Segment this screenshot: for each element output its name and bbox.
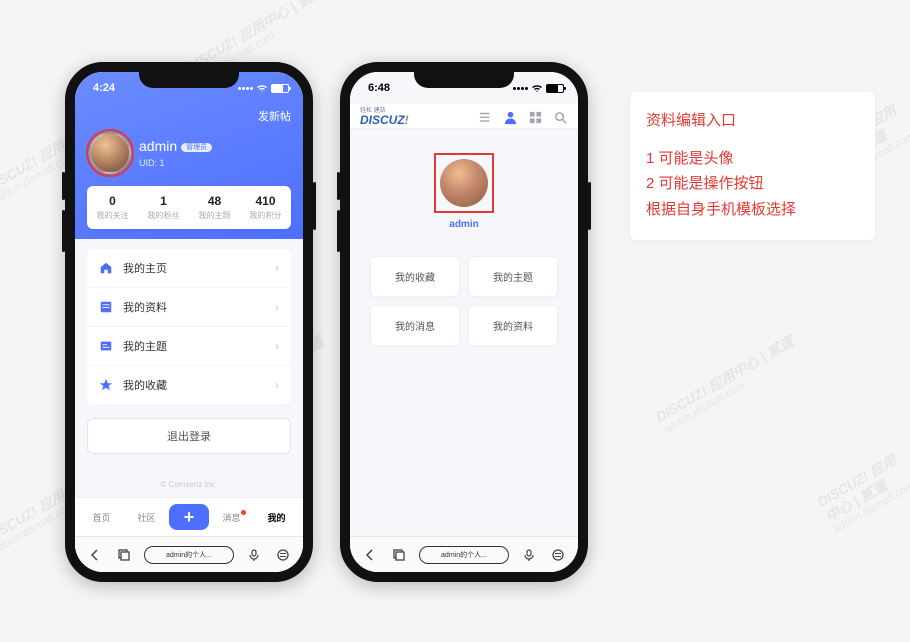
back-icon[interactable]: [361, 546, 379, 564]
nav-home[interactable]: 首页: [79, 511, 124, 524]
avatar-edit-entry[interactable]: [434, 153, 494, 213]
chevron-right-icon: ›: [275, 261, 279, 275]
phone-mockup-right: 6:48 轻松 建站 DISCUZ! admin: [340, 62, 588, 582]
notification-dot: [241, 510, 246, 515]
stats-card: 0我的关注 1我的粉丝 48我的主题 410我的积分: [87, 186, 291, 229]
note-line3: 根据自身手机模板选择: [646, 197, 859, 223]
grid-icon[interactable]: [528, 110, 543, 125]
stat-points[interactable]: 410我的积分: [240, 186, 291, 229]
status-bar: 6:48: [350, 72, 578, 104]
stat-topics[interactable]: 48我的主题: [189, 186, 240, 229]
tabs-icon[interactable]: [390, 546, 408, 564]
tile-favorites[interactable]: 我的收藏: [370, 256, 460, 297]
menu-icon[interactable]: [274, 546, 292, 564]
back-icon[interactable]: [86, 546, 104, 564]
profile-icon: [99, 300, 113, 314]
new-post-link[interactable]: 发新帖: [258, 108, 291, 124]
avatar: [440, 159, 488, 207]
phone-mockup-left: 4:24 发新帖 admin 管理员 UID: 1 0我的关注 1我的粉丝 48我…: [65, 62, 313, 582]
status-bar: 4:24: [75, 72, 303, 104]
wifi-icon: [256, 84, 268, 93]
stat-following[interactable]: 0我的关注: [87, 186, 138, 229]
logout-button[interactable]: 退出登录: [87, 418, 291, 454]
star-icon: [99, 378, 113, 392]
logo[interactable]: 轻松 建站 DISCUZ!: [360, 108, 409, 126]
address-bar[interactable]: admin的个人...: [419, 546, 509, 564]
menu-icon[interactable]: [549, 546, 567, 564]
tabs-icon[interactable]: [115, 546, 133, 564]
chevron-right-icon: ›: [275, 339, 279, 353]
user-icon[interactable]: [503, 110, 518, 125]
nav-community[interactable]: 社区: [124, 511, 169, 524]
nav-new-post-button[interactable]: +: [169, 504, 209, 530]
mic-icon[interactable]: [520, 546, 538, 564]
address-bar[interactable]: admin的个人...: [144, 546, 234, 564]
avatar[interactable]: [89, 132, 131, 174]
topics-icon: [99, 339, 113, 353]
home-icon: [99, 261, 113, 275]
browser-toolbar: admin的个人...: [350, 536, 578, 572]
username: admin: [449, 219, 478, 230]
uid-text: UID: 1: [139, 158, 212, 168]
tile-profile[interactable]: 我的资料: [468, 305, 558, 346]
search-icon[interactable]: [553, 110, 568, 125]
profile-center: admin: [350, 129, 578, 238]
menu-my-home[interactable]: 我的主页›: [87, 249, 291, 288]
wifi-icon: [531, 84, 543, 93]
menu-my-favorites[interactable]: 我的收藏›: [87, 366, 291, 404]
stat-followers[interactable]: 1我的粉丝: [138, 186, 189, 229]
bottom-nav: 首页 社区 + 消息 我的: [75, 497, 303, 536]
status-time: 6:48: [368, 82, 390, 94]
status-time: 4:24: [93, 82, 115, 94]
tile-messages[interactable]: 我的消息: [370, 305, 460, 346]
nav-mine[interactable]: 我的: [254, 511, 299, 524]
role-badge: 管理员: [181, 143, 212, 152]
tile-grid: 我的收藏 我的主题 我的消息 我的资料: [370, 256, 558, 346]
mic-icon[interactable]: [245, 546, 263, 564]
note-line2: 2 可能是操作按钮: [646, 171, 859, 197]
tile-topics[interactable]: 我的主题: [468, 256, 558, 297]
username: admin: [139, 138, 177, 154]
list-icon[interactable]: [478, 110, 493, 125]
note-title: 资料编辑入口: [646, 108, 859, 134]
note-line1: 1 可能是头像: [646, 146, 859, 172]
menu-list: 我的主页› 我的资料› 我的主题› 我的收藏›: [87, 249, 291, 404]
chevron-right-icon: ›: [275, 378, 279, 392]
chevron-right-icon: ›: [275, 300, 279, 314]
top-bar: 轻松 建站 DISCUZ!: [350, 104, 578, 129]
copyright-text: © Comsenz Inc.: [75, 480, 303, 489]
profile-header: 4:24 发新帖 admin 管理员 UID: 1 0我的关注 1我的粉丝 48我…: [75, 72, 303, 239]
menu-my-topics[interactable]: 我的主题›: [87, 327, 291, 366]
menu-my-profile[interactable]: 我的资料›: [87, 288, 291, 327]
nav-messages[interactable]: 消息: [209, 511, 254, 524]
instruction-note: 资料编辑入口 1 可能是头像 2 可能是操作按钮 根据自身手机模板选择: [630, 92, 875, 240]
browser-toolbar: admin的个人...: [75, 536, 303, 572]
